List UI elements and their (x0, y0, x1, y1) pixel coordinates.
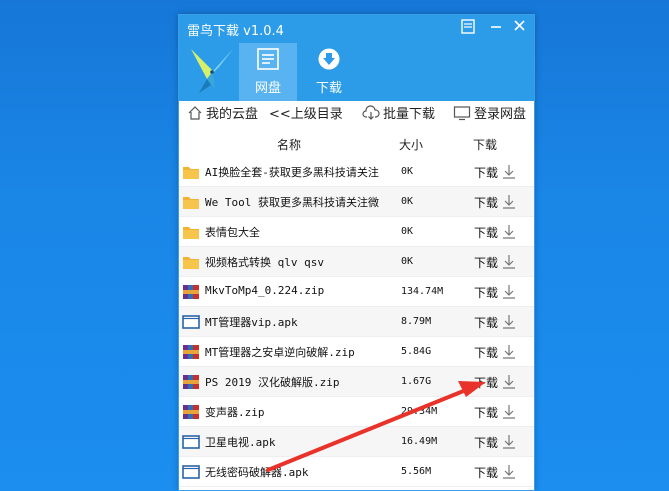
batch-download-button[interactable]: 批量下载 (362, 103, 435, 123)
file-row[interactable]: 视频格式转换 qlv qsv 0K 下载 (179, 247, 534, 277)
app-file-icon (182, 434, 200, 450)
download-link[interactable]: 下载 (474, 464, 498, 481)
file-row[interactable]: 无线密码破解器.apk 5.56M 下载 (179, 457, 534, 487)
nav-bar: 我的云盘 <<上级目录 批量下载 登录网盘 (179, 101, 534, 123)
archive-icon (182, 374, 200, 390)
download-arrow-icon[interactable] (502, 344, 516, 359)
file-size: 0K (401, 256, 414, 267)
download-arrow-icon[interactable] (502, 224, 516, 239)
download-arrow-icon[interactable] (502, 434, 516, 449)
file-name: We Tool 获取更多黑科技请关注微 (205, 196, 379, 209)
file-row[interactable]: MT管理器之安卓逆向破解.zip 5.84G 下载 (179, 337, 534, 367)
bird-logo-icon (185, 45, 237, 97)
download-arrow-icon[interactable] (502, 164, 516, 179)
file-row[interactable]: 变声器.zip 29.34M 下载 (179, 397, 534, 427)
download-arrow-icon[interactable] (502, 404, 516, 419)
download-link[interactable]: 下载 (474, 374, 498, 391)
file-row[interactable]: MkvToMp4_0.224.zip 134.74M 下载 (179, 277, 534, 307)
download-link[interactable]: 下载 (474, 344, 498, 361)
download-arrow-icon[interactable] (502, 374, 516, 389)
skin-icon[interactable] (457, 17, 479, 37)
file-row[interactable]: We Tool 获取更多黑科技请关注微 0K 下载 (179, 187, 534, 217)
batch-download-label: 批量下载 (383, 107, 436, 122)
window-title: 雷鸟下载 v1.0.4 (187, 24, 284, 39)
file-row[interactable]: MT管理器vip.apk 8.79M 下载 (179, 307, 534, 337)
download-link[interactable]: 下载 (474, 434, 498, 451)
file-size: 29.34M (401, 406, 438, 417)
app-file-icon (182, 314, 200, 330)
login-disk-label: 登录网盘 (474, 107, 527, 122)
login-disk-button[interactable]: 登录网盘 (453, 103, 526, 123)
toolbar: 网盘 下载 (179, 43, 534, 101)
file-name: 变声器.zip (205, 406, 265, 419)
file-name: 无线密码破解器.apk (205, 466, 309, 479)
folder-icon (182, 164, 200, 180)
file-name: 卫星电视.apk (205, 436, 276, 449)
folder-icon (182, 254, 200, 270)
download-arrow-icon[interactable] (502, 314, 516, 329)
tab-disk-label: 网盘 (254, 81, 281, 96)
download-circle-icon (317, 47, 341, 71)
download-link[interactable]: 下载 (474, 254, 498, 271)
app-file-icon (182, 464, 200, 480)
column-header-download: 下载 (473, 138, 498, 152)
file-row[interactable]: PS 2019 汉化破解版.zip 1.67G 下载 (179, 367, 534, 397)
folder-icon (182, 224, 200, 240)
cloud-download-icon (362, 105, 380, 120)
download-link[interactable]: 下载 (474, 404, 498, 421)
download-link[interactable]: 下载 (474, 284, 498, 301)
download-arrow-icon[interactable] (502, 254, 516, 269)
column-header-size: 大小 (399, 138, 424, 152)
file-size: 8.79M (401, 316, 432, 327)
file-size: 16.49M (401, 436, 438, 447)
table-header: 名称 大小 下载 (179, 133, 534, 155)
file-size: 134.74M (401, 286, 444, 297)
file-name: 视频格式转换 qlv qsv (205, 256, 324, 269)
file-name: MT管理器vip.apk (205, 316, 298, 329)
parent-directory-link[interactable]: <<上级目录 (269, 103, 343, 123)
close-icon[interactable] (509, 17, 531, 37)
file-name: AI换脸全套-获取更多黑科技请关注 (205, 166, 379, 179)
my-cloud-link[interactable]: 我的云盘 (187, 103, 258, 123)
download-link[interactable]: 下载 (474, 314, 498, 331)
tab-disk[interactable]: 网盘 (239, 43, 297, 101)
file-name: MkvToMp4_0.224.zip (205, 284, 325, 297)
download-arrow-icon[interactable] (502, 284, 516, 299)
file-name: MT管理器之安卓逆向破解.zip (205, 346, 355, 359)
title-bar: 雷鸟下载 v1.0.4 (179, 15, 534, 43)
column-header-name: 名称 (277, 138, 302, 152)
my-cloud-label: 我的云盘 (206, 107, 259, 122)
file-size: 0K (401, 226, 414, 237)
file-list: AI换脸全套-获取更多黑科技请关注 0K 下载 We Tool 获取更多黑科技请关注微… (179, 157, 534, 487)
file-row[interactable]: 表情包大全 0K 下载 (179, 217, 534, 247)
download-link[interactable]: 下载 (474, 164, 498, 181)
folder-icon (182, 194, 200, 210)
tab-download-label: 下载 (315, 81, 342, 96)
archive-icon (182, 284, 200, 300)
download-arrow-icon[interactable] (502, 194, 516, 209)
download-link[interactable]: 下载 (474, 194, 498, 211)
file-size: 0K (401, 196, 414, 207)
file-row[interactable]: 卫星电视.apk 16.49M 下载 (179, 427, 534, 457)
minimize-icon[interactable] (485, 17, 507, 37)
file-size: 5.56M (401, 466, 432, 477)
tab-download[interactable]: 下载 (300, 43, 358, 101)
app-window: 雷鸟下载 v1.0.4 网盘 下载 我的云盘 <<上级目录 批量下载 登录网盘 … (178, 14, 535, 491)
monitor-icon (453, 106, 471, 121)
file-row[interactable]: AI换脸全套-获取更多黑科技请关注 0K 下载 (179, 157, 534, 187)
file-name: 表情包大全 (205, 226, 260, 239)
download-arrow-icon[interactable] (502, 464, 516, 479)
file-name: PS 2019 汉化破解版.zip (205, 376, 340, 389)
download-link[interactable]: 下载 (474, 224, 498, 241)
file-size: 5.84G (401, 346, 432, 357)
file-size: 1.67G (401, 376, 432, 387)
disk-icon (256, 47, 280, 71)
file-size: 0K (401, 166, 414, 177)
archive-icon (182, 344, 200, 360)
archive-icon (182, 404, 200, 420)
home-icon (188, 106, 202, 120)
